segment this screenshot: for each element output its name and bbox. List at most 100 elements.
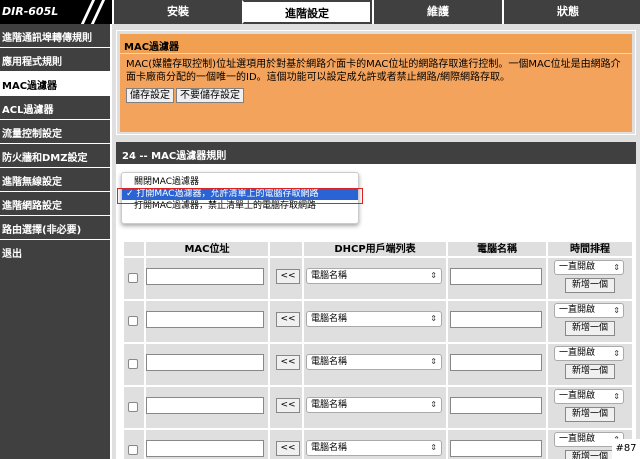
sidebar-item-port-forwarding[interactable]: 進階通訊埠轉傳規則 (0, 24, 110, 48)
schedule-select-value: 一直開啟 (559, 305, 596, 315)
column-divider (446, 301, 448, 344)
new-schedule-button[interactable]: 新增一個 (565, 364, 615, 379)
column-divider (546, 430, 548, 459)
dont-save-button[interactable]: 不要儲存設定 (176, 88, 244, 103)
computer-name-input[interactable] (450, 440, 542, 457)
header-check (124, 242, 144, 258)
mac-address-input[interactable] (146, 440, 264, 457)
sidebar-item-application-rules[interactable]: 應用程式規則 (0, 48, 110, 72)
sidebar-item-firewall-dmz[interactable]: 防火牆和DMZ設定 (0, 144, 110, 168)
select-arrows-icon: ⇕ (430, 400, 437, 409)
rule-enable-checkbox[interactable] (128, 273, 138, 283)
new-schedule-button[interactable]: 新增一個 (565, 407, 615, 422)
dhcp-client-select[interactable]: 電腦名稱 ⇕ (306, 354, 442, 370)
column-divider (302, 344, 304, 387)
model-label: DIR-605L (2, 5, 59, 18)
column-divider (302, 430, 304, 459)
rules-title: 24 -- MAC過濾器規則 (116, 142, 636, 164)
new-schedule-button[interactable]: 新增一個 (565, 321, 615, 336)
select-arrows-icon: ⇕ (430, 443, 437, 452)
sidebar-item-logout[interactable]: 退出 (0, 240, 110, 264)
dhcp-client-select[interactable]: 電腦名稱 ⇕ (306, 440, 442, 456)
sidebar-item-mac-filter[interactable]: MAC過濾器 (0, 72, 110, 96)
tab-maintenance[interactable]: 維護 (372, 0, 502, 24)
copy-mac-button[interactable]: << (276, 441, 300, 456)
schedule-select-value: 一直開啟 (559, 348, 596, 358)
sidebar-item-traffic-control[interactable]: 流量控制設定 (0, 120, 110, 144)
column-divider (546, 344, 548, 387)
copy-mac-button[interactable]: << (276, 355, 300, 370)
copy-mac-button[interactable]: << (276, 312, 300, 327)
column-divider (302, 258, 304, 301)
select-arrows-icon: ⇕ (430, 314, 437, 323)
sidebar: 進階通訊埠轉傳規則 應用程式規則 MAC過濾器 ACL過濾器 流量控制設定 防火… (0, 24, 110, 459)
computer-name-input[interactable] (450, 354, 542, 371)
tab-status[interactable]: 狀態 (502, 0, 632, 24)
column-divider (268, 258, 270, 301)
header-copy (268, 242, 302, 258)
select-arrows-icon: ⇕ (613, 349, 620, 358)
table-row: << 電腦名稱 ⇕ 一直開啟 ⇕ 新增一個 (124, 344, 632, 387)
select-arrows-icon: ⇕ (613, 392, 620, 401)
dhcp-client-select-value: 電腦名稱 (311, 357, 348, 367)
header-schedule: 時間排程 (546, 242, 632, 258)
schedule-select-value: 一直開啟 (559, 262, 596, 272)
mac-address-input[interactable] (146, 311, 264, 328)
schedule-select[interactable]: 一直開啟 ⇕ (554, 260, 624, 275)
schedule-select[interactable]: 一直開啟 ⇕ (554, 389, 624, 404)
computer-name-input[interactable] (450, 268, 542, 285)
tab-setup[interactable]: 安裝 (112, 0, 242, 24)
new-schedule-button[interactable]: 新增一個 (565, 450, 615, 459)
option-disable-filter[interactable]: 關閉MAC過濾器 (122, 176, 358, 188)
sidebar-item-routing[interactable]: 路由選擇(非必要) (0, 216, 110, 240)
schedule-select[interactable]: 一直開啟 ⇕ (554, 303, 624, 318)
sidebar-item-acl-filter[interactable]: ACL過濾器 (0, 96, 110, 120)
main-tabs: 安裝 進階設定 維護 狀態 (112, 0, 640, 24)
top-bar: DIR-605L 安裝 進階設定 維護 狀態 (0, 0, 640, 24)
save-settings-button[interactable]: 儲存設定 (126, 88, 174, 103)
header-mac: MAC位址 (144, 242, 268, 258)
column-divider (268, 387, 270, 430)
rule-enable-checkbox[interactable] (128, 445, 138, 455)
rule-enable-checkbox[interactable] (128, 402, 138, 412)
column-divider (446, 258, 448, 301)
mac-address-input[interactable] (146, 268, 264, 285)
select-arrows-icon: ⇕ (430, 271, 437, 280)
dhcp-client-select-value: 電腦名稱 (311, 271, 348, 281)
column-divider (546, 301, 548, 344)
dhcp-client-select-value: 電腦名稱 (311, 400, 348, 410)
tab-advanced[interactable]: 進階設定 (242, 0, 372, 24)
header-pcname: 電腦名稱 (446, 242, 546, 258)
mac-address-input[interactable] (146, 354, 264, 371)
column-divider (546, 387, 548, 430)
rule-enable-checkbox[interactable] (128, 359, 138, 369)
computer-name-input[interactable] (450, 397, 542, 414)
table-row: << 電腦名稱 ⇕ 一直開啟 ⇕ 新增一個 (124, 387, 632, 430)
column-divider (268, 301, 270, 344)
column-divider (446, 430, 448, 459)
new-schedule-button[interactable]: 新增一個 (565, 278, 615, 293)
selection-highlight-frame (117, 188, 363, 204)
column-divider (546, 258, 548, 301)
dhcp-client-select[interactable]: 電腦名稱 ⇕ (306, 397, 442, 413)
mac-filter-rules-panel: 24 -- MAC過濾器規則 MAC位址 DHCP用戶端列表 電腦名稱 時間排程… (116, 142, 636, 459)
table-header-row: MAC位址 DHCP用戶端列表 電腦名稱 時間排程 (124, 242, 632, 258)
model-logo: DIR-605L (0, 0, 112, 24)
rule-enable-checkbox[interactable] (128, 316, 138, 326)
mac-address-input[interactable] (146, 397, 264, 414)
schedule-select-value: 一直開啟 (559, 391, 596, 401)
column-divider (302, 301, 304, 344)
sidebar-item-advanced-network[interactable]: 進階網路設定 (0, 192, 110, 216)
dhcp-client-select[interactable]: 電腦名稱 ⇕ (306, 311, 442, 327)
copy-mac-button[interactable]: << (276, 398, 300, 413)
select-arrows-icon: ⇕ (430, 357, 437, 366)
table-row: << 電腦名稱 ⇕ 一直開啟 ⇕ 新增一個 (124, 301, 632, 344)
table-row: << 電腦名稱 ⇕ 一直開啟 ⇕ 新增一個 (124, 430, 632, 459)
computer-name-input[interactable] (450, 311, 542, 328)
schedule-select[interactable]: 一直開啟 ⇕ (554, 346, 624, 361)
corner-label: #87 (612, 439, 640, 459)
dhcp-client-select[interactable]: 電腦名稱 ⇕ (306, 268, 442, 284)
sidebar-item-advanced-wireless[interactable]: 進階無線設定 (0, 168, 110, 192)
table-body: << 電腦名稱 ⇕ 一直開啟 ⇕ 新增一個 << 電腦名稱 ⇕ 一直開啟 ⇕ 新增一個 … (124, 258, 632, 459)
copy-mac-button[interactable]: << (276, 269, 300, 284)
